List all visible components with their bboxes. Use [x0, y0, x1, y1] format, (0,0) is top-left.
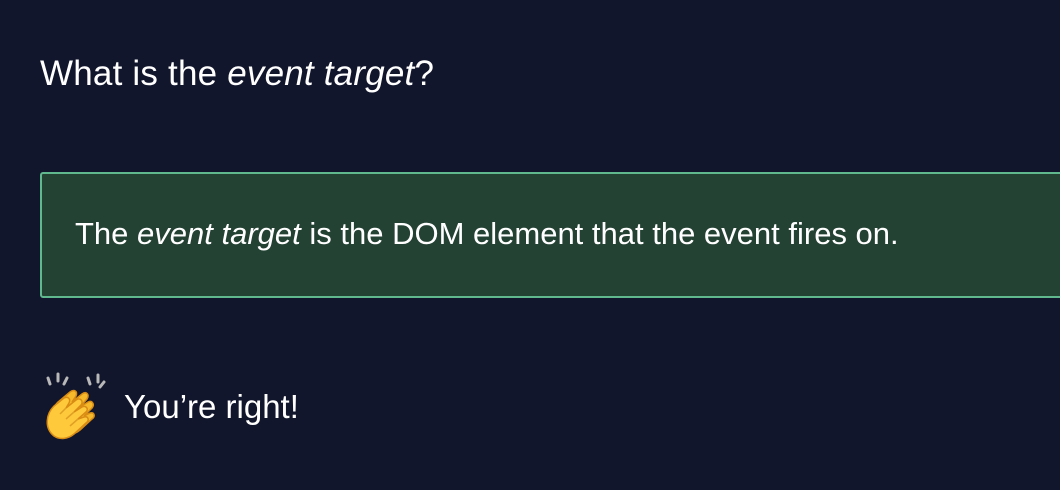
question-heading: What is the event target? — [40, 52, 434, 96]
answer-suffix: is the DOM element that the event fires … — [300, 216, 899, 251]
feedback-text: You’re right! — [124, 388, 299, 425]
clapping-hands-icon — [40, 372, 106, 442]
feedback-message: You’re right! — [40, 372, 299, 442]
question-suffix: ? — [414, 54, 435, 93]
answer-emphasis: event target — [137, 216, 301, 251]
question-emphasis: event target — [227, 54, 415, 93]
answer-card[interactable]: The event target is the DOM element that… — [40, 172, 1060, 298]
answer-prefix: The — [75, 216, 138, 251]
answer-text: The event target is the DOM element that… — [75, 214, 899, 254]
question-prefix: What is the — [40, 54, 228, 93]
